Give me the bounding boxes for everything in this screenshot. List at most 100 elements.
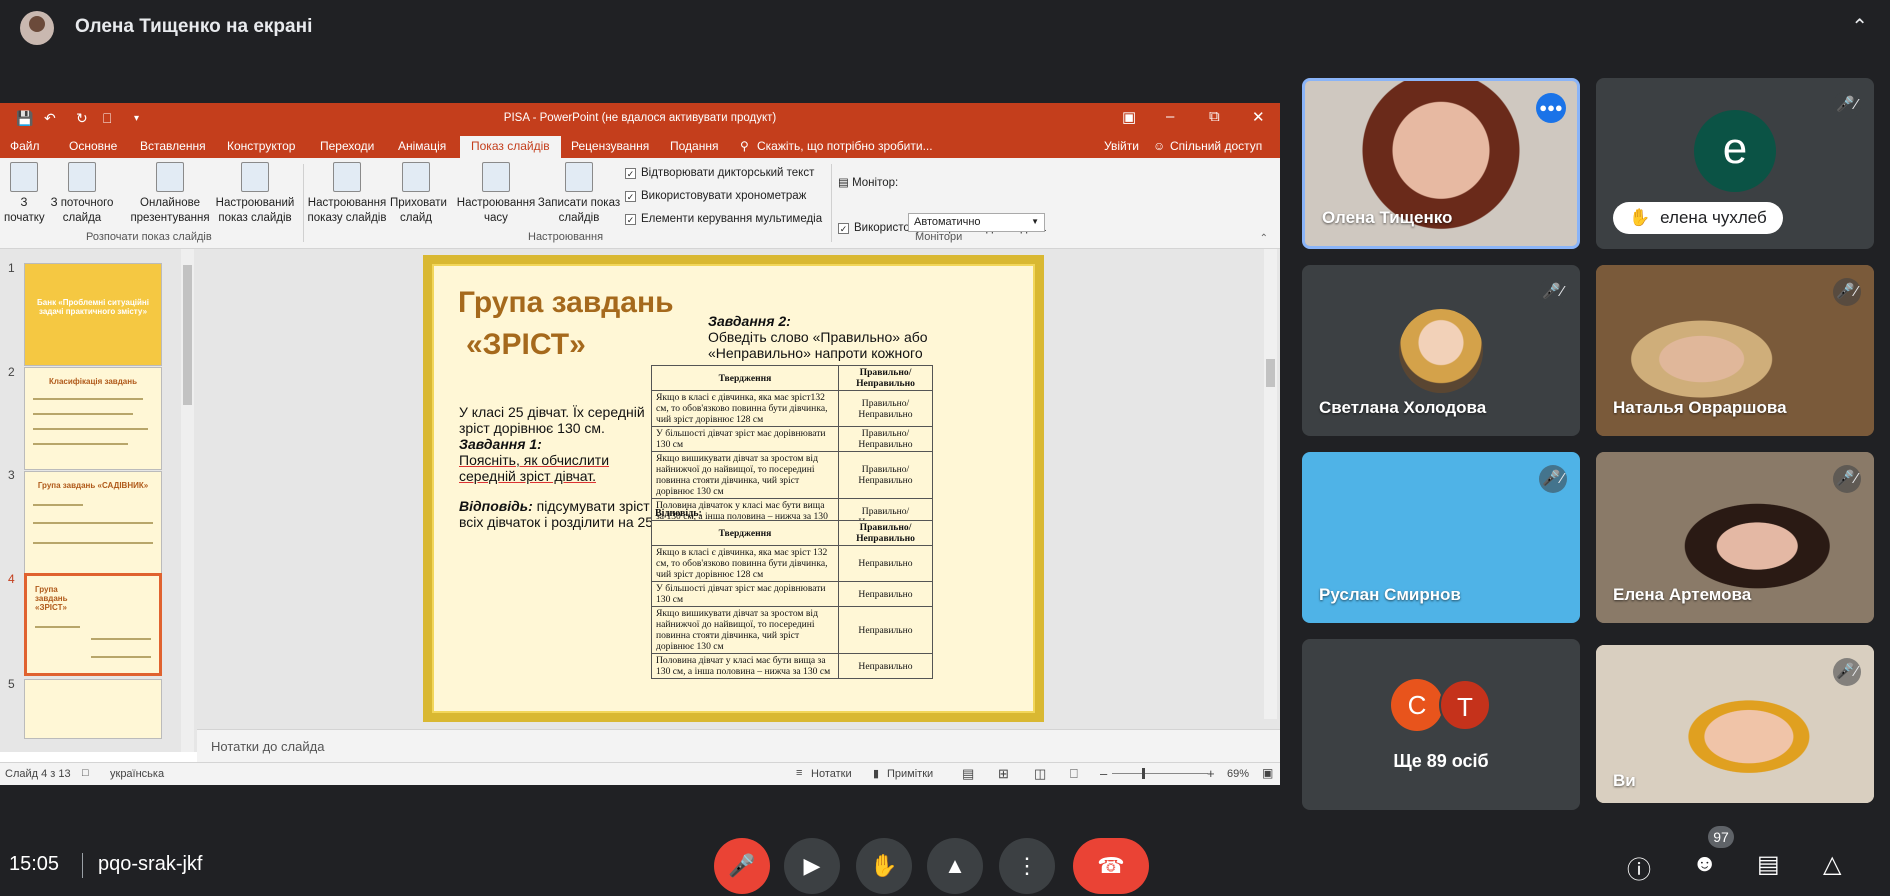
participant-tile[interactable]: 🎤⁄ Светлана Холодова [1302,265,1580,436]
participant-name: Елена Артемова [1613,585,1752,604]
table-header: Твердження [651,520,839,546]
participant-tile[interactable]: 🎤⁄ Руслан Смирнов [1302,452,1580,623]
rehearse-timings-button[interactable]: Настроювання часу [456,162,536,226]
slide-thumbnail[interactable]: Банк «Проблемні ситуаційні задачі практи… [24,263,162,366]
slide-thumbnail[interactable] [24,679,162,739]
thumbs-scrollbar[interactable] [181,249,194,752]
raise-hand-button[interactable]: ✋ [856,838,912,894]
current-slide[interactable]: Група завдань «ЗРІСТ» У класі 25 дівчат.… [423,255,1044,722]
tab-design[interactable]: Конструктор [227,139,295,153]
thumb-title: Група завдань «ЗРІСТ» [35,585,68,612]
chk-media-controls[interactable]: ✓ Елементи керування мультимедіа [625,213,822,225]
restore-icon[interactable]: ⧉ [1209,108,1220,125]
participant-avatar [1399,309,1483,393]
tab-slideshow[interactable]: Показ слайдів [460,136,561,158]
comments-toggle[interactable]: Примітки [887,768,933,780]
thumb-number: 2 [8,365,15,379]
zoom-out-icon[interactable]: – [1100,766,1107,781]
participant-tile[interactable]: 🎤⁄ Наталья Овраршова [1596,265,1874,436]
tab-home[interactable]: Основне [69,139,117,153]
dropdown-arrow-icon: ▼ [1031,217,1039,226]
answers-label: Відповідь: [655,508,702,519]
table-row: Якщо в класі є дівчинка, яка має зріст 1… [651,545,933,582]
camera-toggle-button[interactable]: ▶ [784,838,840,894]
thumb-line [33,428,148,430]
hide-slide-button[interactable]: Приховати слайд [390,162,447,226]
chk-timings[interactable]: ✓ Використовувати хронометраж [625,190,806,202]
ribbon-display-icon[interactable]: ▣ [1122,108,1136,126]
zoom-level[interactable]: 69% [1227,768,1249,780]
slide-thumbnail[interactable]: Класифікація завдань [24,367,162,470]
mic-off-icon: 🎤⁄ [1833,91,1861,119]
speaking-indicator-icon: ●●● [1536,93,1566,123]
others-count: Ще 89 осіб [1393,751,1489,771]
normal-view-icon[interactable]: ▤ [962,766,974,782]
collapse-ribbon-icon[interactable]: ⌃ [1260,233,1268,244]
activities-icon[interactable]: △ [1823,850,1841,879]
share-button[interactable]: Спільний доступ [1170,139,1262,153]
thumb-number: 3 [8,468,15,482]
collapse-icon[interactable]: ⌃ [1851,14,1868,39]
mic-off-icon: 🎤⁄ [1539,278,1567,306]
record-show-button[interactable]: Записати показ слайдів [537,162,621,226]
raise-hand-icon: ✋ [870,853,898,878]
thumb-title: Група завдань «САДІВНИК» [37,481,149,490]
tab-view[interactable]: Подання [670,139,718,153]
participant-tile-self[interactable]: 🎤⁄ Ви [1596,645,1874,803]
participant-avatar: Т [1439,679,1491,731]
notes-pane[interactable]: Нотатки до слайда [197,729,1280,762]
minimize-icon[interactable]: – [1166,108,1174,125]
hide-slide-icon [402,162,430,192]
notes-toggle[interactable]: Нотатки [811,768,852,780]
chk-narration[interactable]: ✓ Відтворювати дикторський текст [625,167,814,179]
thumb-line [33,504,83,506]
slide-thumbnail[interactable]: Група завдань «САДІВНИК» [24,471,162,574]
sorter-view-icon[interactable]: ⊞ [998,766,1009,782]
ribbon-tabs: Файл Основне Вставлення Конструктор Пере… [0,134,1280,158]
mic-toggle-button[interactable]: 🎤 [714,838,770,894]
participant-tile[interactable]: 🎤⁄ е ✋ елена чухлеб [1596,78,1874,249]
others-tile[interactable]: С Т Ще 89 осіб [1302,639,1580,810]
from-start-button[interactable]: З початку [4,162,45,226]
reading-view-icon[interactable]: ◫ [1034,766,1046,782]
online-present-button[interactable]: Онлайнове презентування [126,162,214,226]
table-header: Твердження [651,365,839,391]
thumb-line [91,638,151,640]
tab-review[interactable]: Рецензування [571,139,649,153]
mic-off-icon: 🎤⁄ [1833,278,1861,306]
lightbulb-icon: ⚲ [740,139,749,153]
fit-slide-icon[interactable]: ▣ [1262,766,1273,780]
more-options-button[interactable]: ⋮ [999,838,1055,894]
present-button[interactable]: ▲ [927,838,983,894]
thumb-line [91,656,151,658]
ppt-statusbar: Слайд 4 з 13 □ українська ≡ Нотатки ▮ Пр… [0,762,1280,785]
language-indicator[interactable]: українська [110,768,164,780]
signin-link[interactable]: Увійти [1104,139,1139,153]
slide-thumbnail-selected[interactable]: Група завдань «ЗРІСТ» [24,573,162,676]
spellcheck-icon[interactable]: □ [82,767,89,779]
zoom-in-icon[interactable]: + [1207,766,1215,781]
monitor-icon: ▤ [838,177,849,189]
tab-insert[interactable]: Вставлення [140,139,206,153]
close-icon[interactable]: ✕ [1252,108,1265,126]
from-current-button[interactable]: З поточного слайда [46,162,118,226]
raised-hand-chip: ✋ елена чухлеб [1613,202,1783,234]
participant-tile[interactable]: 🎤⁄ Елена Артемова [1596,452,1874,623]
zoom-slider[interactable] [1112,768,1208,779]
monitor-select[interactable]: Автоматично ▼ [908,213,1045,232]
end-call-button[interactable]: ☎ [1073,838,1149,894]
people-icon[interactable]: ☻ [1692,850,1717,878]
tell-me-search[interactable]: Скажіть, що потрібно зробити... [757,139,933,153]
tab-file[interactable]: Файл [10,139,40,153]
slideshow-view-icon[interactable]: ⎕ [1070,766,1078,782]
setup-show-button[interactable]: Настроювання показу слайдів [306,162,388,226]
monitor-label: ▤ Монітор: [838,177,899,189]
zoom-slider-thumb[interactable] [1142,768,1145,779]
tab-animations[interactable]: Анімація [398,139,446,153]
chat-icon[interactable]: ▤ [1757,850,1780,879]
slide-scrollbar[interactable] [1264,249,1277,719]
custom-show-button[interactable]: Настроюваний показ слайдів [210,162,300,226]
meeting-info-icon[interactable]: ⓘ [1627,850,1651,885]
participant-tile-active[interactable]: ●●● Олена Тищенко [1302,78,1580,249]
tab-transitions[interactable]: Переходи [320,139,374,153]
